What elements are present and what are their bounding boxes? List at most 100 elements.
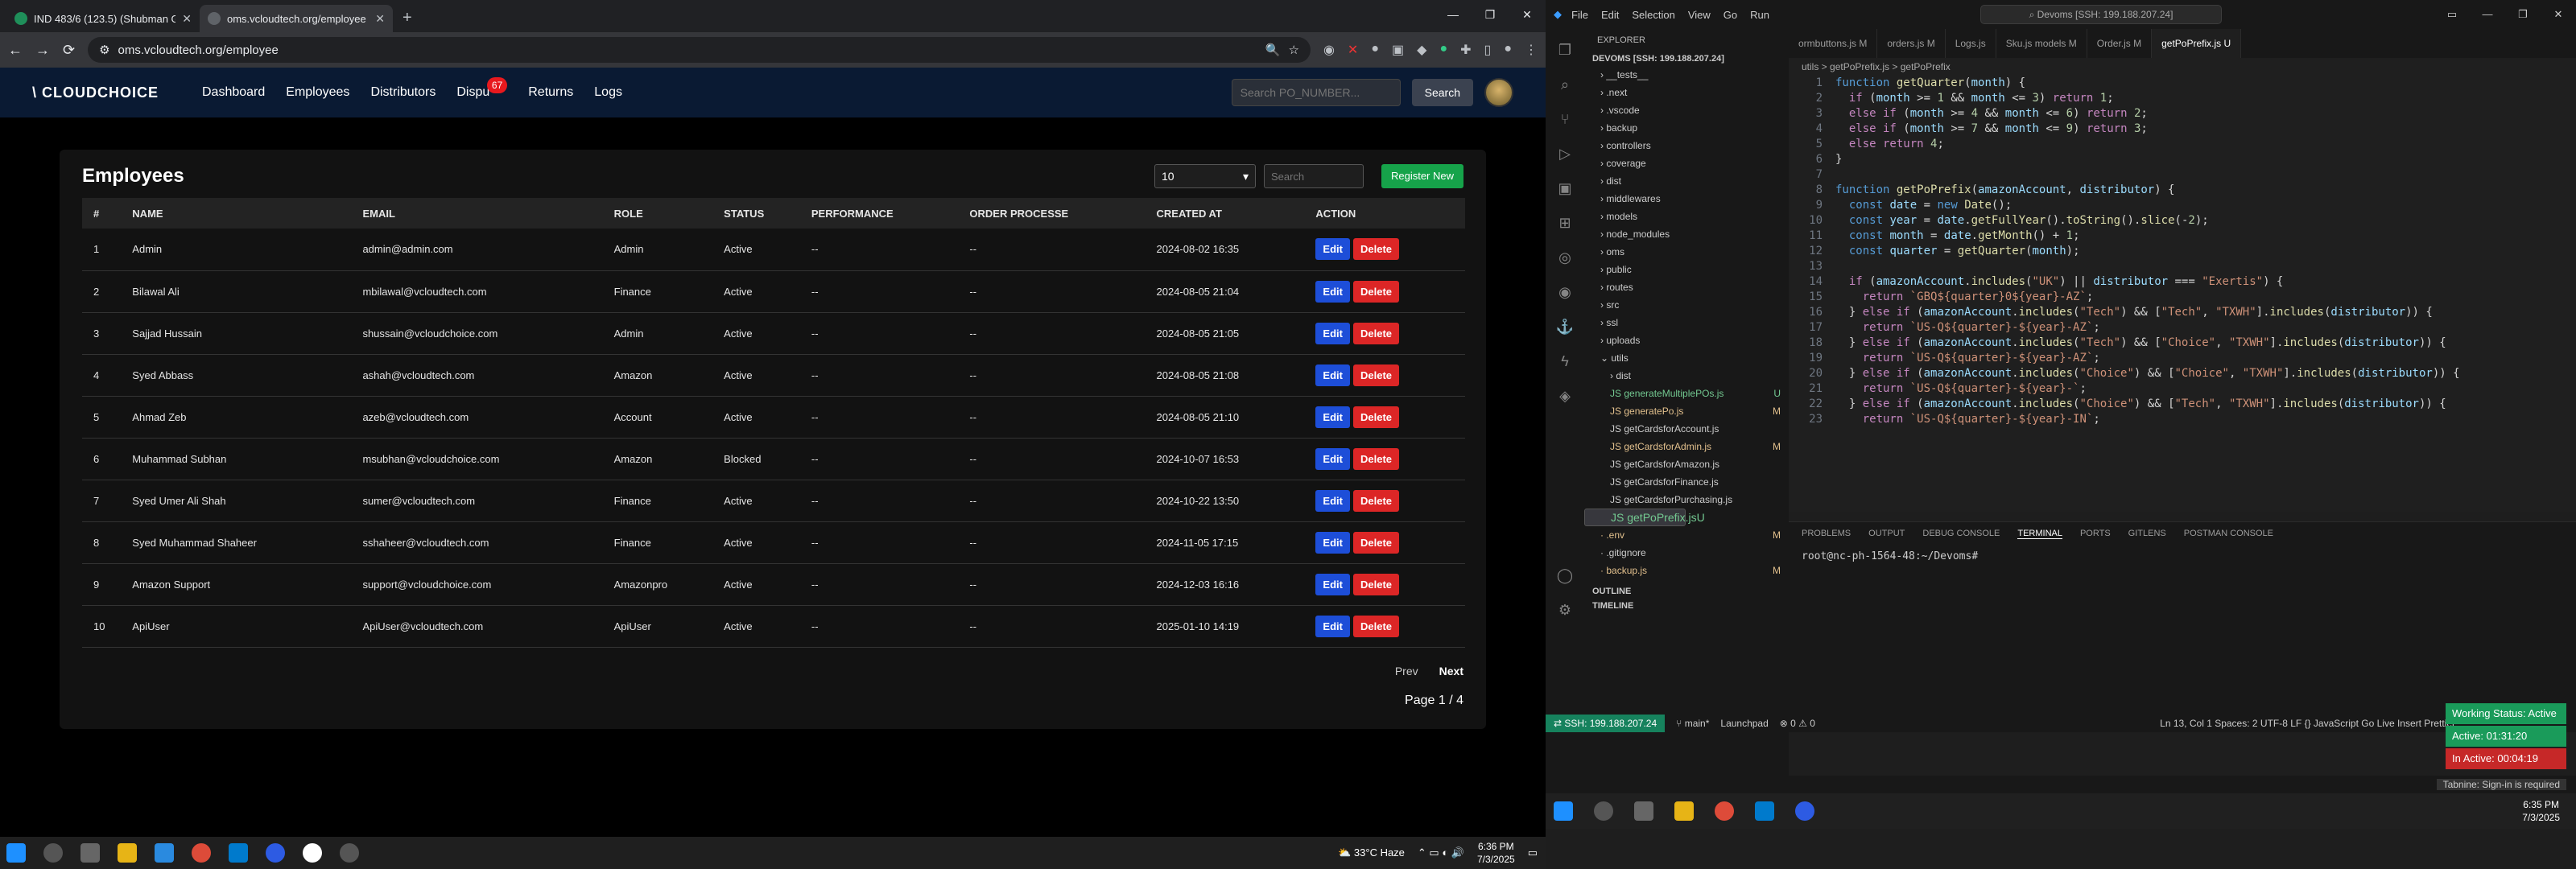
delete-button[interactable]: Delete <box>1352 364 1400 386</box>
delete-button[interactable]: Delete <box>1352 531 1400 554</box>
bookmark-star-icon[interactable]: ☆ <box>1289 43 1299 57</box>
tray-icons[interactable]: ⌃ ▭ ◐ 🔊 <box>1418 846 1464 859</box>
extensions-icon[interactable]: ⊞ <box>1558 215 1571 232</box>
address-bar[interactable]: ⚙ oms.vcloudtech.org/employee 🔍 ☆ <box>88 37 1311 63</box>
file-explorer-icon[interactable] <box>1674 801 1694 821</box>
vscode-icon[interactable] <box>1755 801 1774 821</box>
tree-item[interactable]: JS getCardsforPurchasing.js <box>1584 491 1789 509</box>
search-icon[interactable]: ⌕ <box>1561 76 1569 93</box>
docker-icon[interactable]: ⚓ <box>1556 319 1574 336</box>
delete-button[interactable]: Delete <box>1352 322 1400 344</box>
delete-button[interactable]: Delete <box>1352 406 1400 428</box>
delete-button[interactable]: Delete <box>1352 615 1400 637</box>
app-icon[interactable] <box>340 843 359 863</box>
nav-distributors[interactable]: Distributors <box>370 85 436 100</box>
edit-button[interactable]: Edit <box>1315 573 1350 595</box>
chrome-icon[interactable] <box>192 843 211 863</box>
explorer-icon[interactable]: ❐ <box>1558 42 1571 59</box>
menu-item[interactable]: Edit <box>1601 9 1619 21</box>
tree-item[interactable]: JS getPoPrefix.js U <box>1584 509 1705 526</box>
site-info-icon[interactable]: ⚙ <box>99 43 109 57</box>
back-icon[interactable]: ← <box>8 42 23 59</box>
nav-logs[interactable]: Logs <box>594 85 622 100</box>
edit-button[interactable]: Edit <box>1315 406 1350 428</box>
delete-button[interactable]: Delete <box>1352 280 1400 303</box>
tree-item[interactable]: › .vscode <box>1584 101 1789 119</box>
editor-tab[interactable]: orders.js M <box>1877 29 1946 58</box>
extension-icon[interactable]: ✕ <box>1348 42 1358 58</box>
windows-start-icon[interactable] <box>1554 801 1573 821</box>
minimize-icon[interactable]: — <box>1435 0 1472 29</box>
python-icon[interactable]: ◈ <box>1559 388 1571 405</box>
gitlens-icon[interactable]: ◎ <box>1558 249 1571 266</box>
tree-item[interactable]: JS getCardsforAmazon.js <box>1584 455 1789 473</box>
explorer-root[interactable]: DEVOMS [SSH: 199.188.207.24] <box>1584 51 1789 66</box>
notification-icon[interactable]: ▭ <box>1528 846 1538 859</box>
zoom-icon[interactable]: 🔍 <box>1265 43 1281 57</box>
panel-tab[interactable]: POSTMAN CONSOLE <box>2184 529 2273 539</box>
editor-tab[interactable]: Logs.js <box>1946 29 1996 58</box>
prev-page-button[interactable]: Prev <box>1395 665 1418 677</box>
extension-icon[interactable]: ● <box>1439 42 1447 58</box>
tree-item[interactable]: › oms <box>1584 243 1789 261</box>
tree-item[interactable]: › models <box>1584 208 1789 225</box>
lightning-icon[interactable]: ϟ <box>1561 353 1569 370</box>
tree-item[interactable]: › public <box>1584 261 1789 278</box>
tree-item[interactable]: · .gitignore <box>1584 544 1789 562</box>
nav-dashboard[interactable]: Dashboard <box>202 85 265 100</box>
close-window-icon[interactable]: ✕ <box>1509 0 1546 29</box>
nav-employees[interactable]: Employees <box>286 85 349 100</box>
zoom-app-icon[interactable] <box>1795 801 1814 821</box>
tree-item[interactable]: › routes <box>1584 278 1789 296</box>
edit-button[interactable]: Edit <box>1315 280 1350 303</box>
terminal-prompt[interactable]: root@nc-ph-1564-48:~/Devoms# <box>1789 546 2576 567</box>
minimize-icon[interactable]: — <box>2470 0 2505 29</box>
tabnine-status[interactable]: Tabnine: Sign-in is required <box>2436 779 2566 790</box>
outline-section[interactable]: OUTLINE <box>1584 584 1789 599</box>
tree-item[interactable]: › node_modules <box>1584 225 1789 243</box>
panel-tab[interactable]: PROBLEMS <box>1802 529 1851 539</box>
vscode-icon[interactable] <box>229 843 248 863</box>
timeline-section[interactable]: TIMELINE <box>1584 599 1789 613</box>
edit-button[interactable]: Edit <box>1315 238 1350 261</box>
tree-item[interactable]: › dist <box>1584 367 1789 385</box>
employee-search-input[interactable] <box>1263 164 1364 188</box>
close-icon[interactable]: ✕ <box>182 12 192 26</box>
account-icon[interactable]: ◯ <box>1557 567 1573 584</box>
panel-tab[interactable]: GITLENS <box>2128 529 2166 539</box>
tree-item[interactable]: JS getCardsforAccount.js <box>1584 420 1789 438</box>
editor-tab[interactable]: Order.js M <box>2087 29 2153 58</box>
tree-item[interactable]: JS getCardsforFinance.js <box>1584 473 1789 491</box>
edit-button[interactable]: Edit <box>1315 489 1350 512</box>
chrome-icon[interactable] <box>1715 801 1734 821</box>
tree-item[interactable]: › .next <box>1584 84 1789 101</box>
menu-item[interactable]: File <box>1571 9 1588 21</box>
problems-status[interactable]: ⊗ 0 ⚠ 0 <box>1780 718 1815 729</box>
menu-kebab-icon[interactable]: ⋮ <box>1525 42 1538 58</box>
puzzle-icon[interactable]: ✚ <box>1460 42 1471 58</box>
maximize-icon[interactable]: ❐ <box>2505 0 2541 29</box>
search-icon[interactable] <box>1594 801 1613 821</box>
edit-button[interactable]: Edit <box>1315 364 1350 386</box>
edit-button[interactable]: Edit <box>1315 531 1350 554</box>
delete-button[interactable]: Delete <box>1352 447 1400 470</box>
close-icon[interactable]: ✕ <box>375 12 385 26</box>
tree-item[interactable]: › coverage <box>1584 154 1789 172</box>
po-search-button[interactable]: Search <box>1411 79 1473 106</box>
edit-button[interactable]: Edit <box>1315 322 1350 344</box>
close-window-icon[interactable]: ✕ <box>2541 0 2576 29</box>
profile-icon[interactable]: ● <box>1504 42 1512 58</box>
panel-tab[interactable]: TERMINAL <box>2017 529 2062 539</box>
user-avatar[interactable] <box>1484 78 1513 107</box>
nav-returns[interactable]: Returns <box>528 85 573 100</box>
extension-icon[interactable]: ▣ <box>1392 42 1404 58</box>
tree-item[interactable]: › __tests__ <box>1584 66 1789 84</box>
tree-item[interactable]: › dist <box>1584 172 1789 190</box>
nav-disputes[interactable]: Dispu 67 <box>456 77 508 100</box>
sidebar-icon[interactable]: ▯ <box>1484 42 1492 58</box>
page-size-select[interactable]: 10 ▾ <box>1154 164 1256 188</box>
run-debug-icon[interactable]: ▷ <box>1559 146 1571 163</box>
forward-icon[interactable]: → <box>35 42 50 59</box>
edit-button[interactable]: Edit <box>1315 447 1350 470</box>
reload-icon[interactable]: ⟳ <box>63 42 75 59</box>
